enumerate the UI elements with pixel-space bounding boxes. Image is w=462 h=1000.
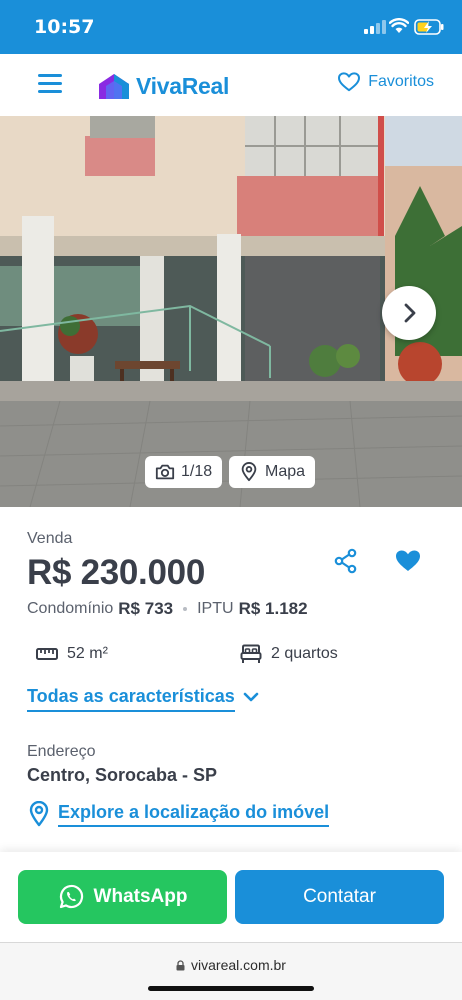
favorites-label: Favoritos bbox=[368, 73, 434, 90]
bed-icon bbox=[240, 644, 262, 663]
photo-counter-chip[interactable]: 1/18 bbox=[145, 456, 223, 488]
logo-text: VivaReal bbox=[136, 72, 230, 99]
photo-counter: 1/18 bbox=[181, 463, 213, 480]
share-icon[interactable] bbox=[333, 548, 359, 574]
favorites-link[interactable]: Favoritos bbox=[338, 72, 434, 92]
whatsapp-label: WhatsApp bbox=[93, 886, 188, 907]
vivareal-logo[interactable]: VivaReal bbox=[98, 70, 229, 102]
map-chip[interactable]: Mapa bbox=[229, 456, 316, 488]
sale-type: Venda bbox=[27, 530, 73, 547]
chevron-right-icon bbox=[404, 303, 416, 323]
whatsapp-button[interactable]: WhatsApp bbox=[18, 870, 227, 924]
contact-button[interactable]: Contatar bbox=[235, 870, 444, 924]
battery-charging-icon bbox=[414, 19, 444, 35]
address-value: Centro, Sorocaba - SP bbox=[27, 765, 218, 785]
area-value: 52 m² bbox=[67, 645, 108, 662]
bedrooms-value: 2 quartos bbox=[271, 645, 338, 662]
explore-location-link[interactable]: Explore a localização do imóvel bbox=[29, 801, 330, 827]
area-feature: 52 m² bbox=[36, 644, 108, 664]
iptu-label: IPTU bbox=[197, 600, 234, 617]
heart-outline-icon bbox=[338, 72, 361, 92]
map-label: Mapa bbox=[265, 463, 306, 480]
camera-icon bbox=[155, 464, 175, 480]
bedrooms-feature: 2 quartos bbox=[240, 644, 338, 664]
browser-url-bar[interactable]: vivareal.com.br bbox=[0, 942, 462, 1000]
listing-photo-gallery[interactable]: 1/18 Mapa bbox=[0, 116, 462, 507]
map-pin-icon bbox=[241, 462, 257, 482]
iptu-value: R$ 1.182 bbox=[238, 599, 308, 618]
condo-label: Condomínio bbox=[27, 600, 114, 617]
whatsapp-icon bbox=[59, 884, 83, 909]
monthly-costs: Condomínio R$ 733 IPTU R$ 1.182 bbox=[27, 599, 308, 619]
address-label: Endereço bbox=[27, 743, 96, 760]
status-time: 10:57 bbox=[34, 16, 95, 38]
all-features-label: Todas as características bbox=[27, 686, 235, 712]
explore-location-label: Explore a localização do imóvel bbox=[58, 802, 330, 827]
chevron-down-icon bbox=[243, 692, 259, 702]
menu-icon[interactable] bbox=[38, 74, 62, 94]
favorite-heart-icon[interactable] bbox=[395, 549, 421, 573]
wifi-icon bbox=[389, 18, 409, 33]
lock-icon bbox=[176, 959, 185, 970]
app-header: VivaReal Favoritos bbox=[0, 54, 462, 116]
listing-price: R$ 230.000 bbox=[27, 553, 205, 592]
house-logo-icon bbox=[99, 74, 129, 99]
url-display[interactable]: vivareal.com.br bbox=[0, 957, 462, 973]
location-pin-icon bbox=[29, 801, 49, 827]
next-photo-button[interactable] bbox=[382, 286, 436, 340]
url-text: vivareal.com.br bbox=[191, 957, 286, 973]
ruler-icon bbox=[36, 648, 58, 660]
status-bar: 10:57 bbox=[0, 0, 462, 54]
contact-label: Contatar bbox=[303, 886, 376, 907]
cellular-signal-icon bbox=[364, 20, 386, 34]
condo-value: R$ 733 bbox=[118, 599, 174, 618]
home-indicator[interactable] bbox=[148, 986, 314, 991]
all-features-link[interactable]: Todas as características bbox=[27, 686, 259, 712]
separator-dot bbox=[183, 607, 188, 611]
contact-action-bar: WhatsApp Contatar bbox=[0, 852, 462, 942]
